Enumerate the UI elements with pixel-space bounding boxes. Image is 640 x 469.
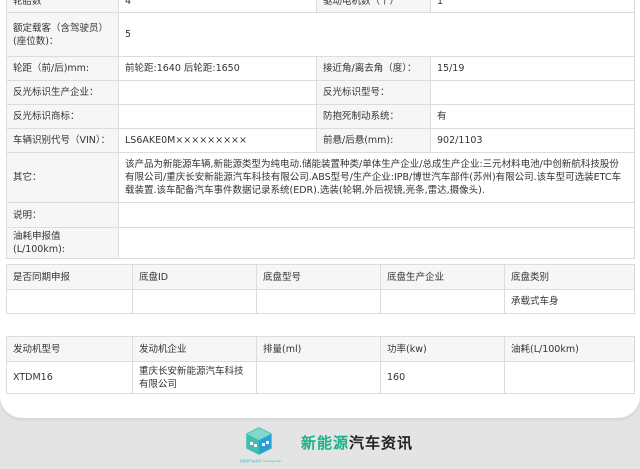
table-row: 油耗申报值(L/100km): — [6, 227, 635, 259]
engine-header-model: 发动机型号 — [6, 336, 133, 362]
note-label: 说明： — [6, 202, 119, 228]
abs-label: 防抱死制动系统： — [316, 104, 431, 129]
fuel-value — [118, 227, 635, 259]
tyre-count-label: 轮胎数 — [6, 0, 119, 13]
vin-value: LS6AKE0M××××××××× — [118, 128, 317, 153]
table-header-row: 发动机型号 发动机企业 排量(ml) 功率(kw) 油耗(L/100km) — [6, 336, 635, 362]
table-row: 说明： — [6, 202, 635, 228]
seats-value: 5 — [118, 12, 635, 57]
wheelbase-value: 前轮距:1640 后轮距:1650 — [118, 56, 317, 81]
brand-logo-icon — [246, 427, 272, 455]
seats-label: 额定载客（含驾驶员）(座位数)： — [6, 12, 119, 57]
chassis-header-type: 底盘类别 — [504, 264, 635, 290]
note-value — [118, 202, 635, 228]
table-row: 车辆识别代号（VIN）： LS6AKE0M××××××××× 前悬/后悬(mm)… — [6, 128, 635, 153]
angle-value: 15/19 — [430, 56, 635, 81]
chassis-id-cell — [132, 289, 257, 314]
table-row: 反光标识生产企业： 反光标识型号： — [6, 80, 635, 105]
logo-caption: 新能源汽车资讯 xinnengyuan — [240, 459, 282, 463]
table-row: 轮距（前/后)mm: 前轮距:1640 后轮距:1650 接近角/离去角（度）：… — [6, 56, 635, 81]
reflector-model-label: 反光标识型号： — [316, 80, 431, 105]
wheelbase-label: 轮距（前/后)mm: — [6, 56, 119, 81]
brand-title: 新能源汽车资讯 — [301, 432, 413, 453]
table-row: 其它： 该产品为新能源车辆,新能源类型为纯电动.储能装置种类/单体生产企业/总成… — [6, 152, 635, 203]
chassis-header-maker: 底盘生产企业 — [380, 264, 505, 290]
reflector-maker-value — [118, 80, 317, 105]
fuel-label: 油耗申报值(L/100km): — [6, 227, 119, 259]
reflector-brand-value — [118, 104, 317, 129]
brand-title-green: 新能源 — [301, 434, 350, 452]
chassis-header-sync: 是否同期申报 — [6, 264, 133, 290]
engine-header-maker: 发动机企业 — [132, 336, 257, 362]
overhang-label: 前悬/后悬(mm): — [316, 128, 431, 153]
engine-model-cell: XTDM16 — [6, 361, 133, 394]
motor-count-label: 驱动电机数（个） — [316, 0, 431, 13]
table-header-row: 是否同期申报 底盘ID 底盘型号 底盘生产企业 底盘类别 — [6, 264, 635, 290]
table-row: 反光标识商标： 防抱死制动系统： 有 — [6, 104, 635, 129]
reflector-maker-label: 反光标识生产企业： — [6, 80, 119, 105]
reflector-brand-label: 反光标识商标： — [6, 104, 119, 129]
other-value: 该产品为新能源车辆,新能源类型为纯电动.储能装置种类/单体生产企业/总成生产企业… — [118, 152, 635, 203]
engine-fuel-cell — [504, 361, 635, 394]
engine-power-cell: 160 — [380, 361, 505, 394]
motor-count-value: 1 — [430, 0, 635, 13]
chassis-table: 是否同期申报 底盘ID 底盘型号 底盘生产企业 底盘类别 承载式车身 — [6, 264, 635, 314]
table-row: XTDM16 重庆长安新能源汽车科技有限公司 160 — [6, 361, 635, 394]
engine-header-fuel: 油耗(L/100km) — [504, 336, 635, 362]
engine-displacement-cell — [256, 361, 381, 394]
angle-label: 接近角/离去角（度）： — [316, 56, 431, 81]
overhang-value: 902/1103 — [430, 128, 635, 153]
chassis-header-id: 底盘ID — [132, 264, 257, 290]
engine-header-power: 功率(kw) — [380, 336, 505, 362]
chassis-type-cell: 承载式车身 — [504, 289, 635, 314]
table-row: 轮胎数 4 驱动电机数（个） 1 — [6, 0, 635, 13]
reflector-model-value — [430, 80, 635, 105]
abs-value: 有 — [430, 104, 635, 129]
engine-table: 发动机型号 发动机企业 排量(ml) 功率(kw) 油耗(L/100km) XT… — [6, 336, 635, 394]
tyre-count-value: 4 — [118, 0, 317, 13]
chassis-header-model: 底盘型号 — [256, 264, 381, 290]
table-row: 承载式车身 — [6, 289, 635, 314]
chassis-model-cell — [256, 289, 381, 314]
engine-header-displacement: 排量(ml) — [256, 336, 381, 362]
chassis-maker-cell — [380, 289, 505, 314]
chassis-sync-cell — [6, 289, 133, 314]
vin-label: 车辆识别代号（VIN）： — [6, 128, 119, 153]
table-row: 额定载客（含驾驶员）(座位数)： 5 — [6, 12, 635, 57]
spec-card: 轮胎数 4 驱动电机数（个） 1 额定载客（含驾驶员）(座位数)： 5 轮距（前… — [0, 0, 640, 418]
other-label: 其它： — [6, 152, 119, 203]
engine-maker-cell: 重庆长安新能源汽车科技有限公司 — [132, 361, 257, 394]
vehicle-spec-table: 轮胎数 4 驱动电机数（个） 1 额定载客（含驾驶员）(座位数)： 5 轮距（前… — [6, 0, 635, 259]
brand-title-dark: 汽车资讯 — [349, 434, 414, 452]
